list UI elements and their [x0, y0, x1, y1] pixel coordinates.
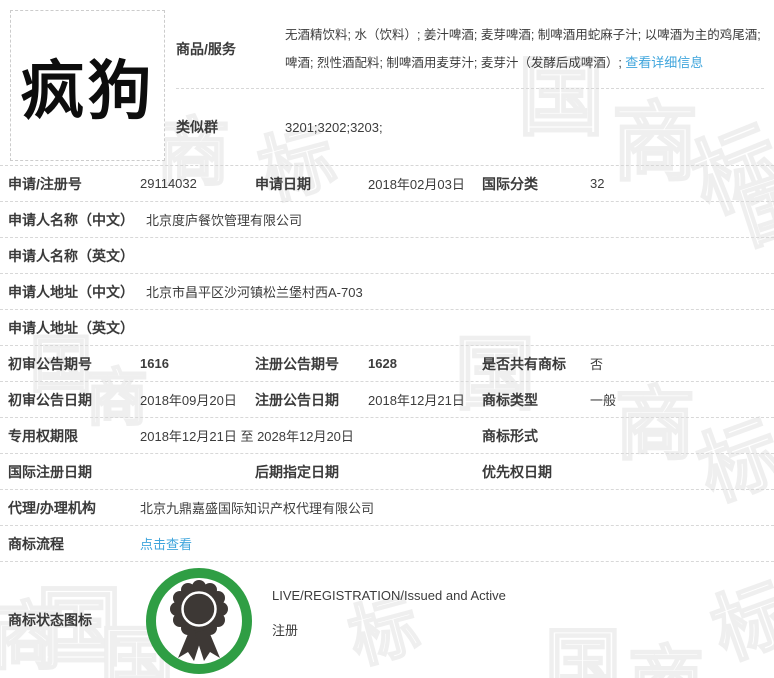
- table-row-applicant-address-en: 申请人地址（英文）: [0, 310, 774, 346]
- app-date-label: 申请日期: [255, 174, 368, 194]
- first-gazette-date-label: 初审公告日期: [8, 390, 140, 410]
- address-cn-value: 北京市昌平区沙河镇松兰堡村西A-703: [146, 282, 774, 301]
- click-to-view-link[interactable]: 点击查看: [140, 534, 192, 553]
- reg-gazette-date-value: 2018年12月21日: [368, 390, 482, 409]
- reg-gazette-date-label: 注册公告日期: [255, 390, 368, 410]
- similar-group-row: 类似群 3201;3202;3203;: [176, 89, 764, 165]
- goods-services-label: 商品/服务: [176, 39, 285, 59]
- first-gazette-date-value: 2018年09月20日: [140, 390, 255, 409]
- agency-value: 北京九鼎嘉盛国际知识产权代理有限公司: [140, 498, 774, 517]
- reg-gazette-no-label: 注册公告期号: [255, 354, 368, 374]
- later-designation-label: 后期指定日期: [255, 462, 368, 482]
- table-row-trademark-process: 商标流程 点击查看: [0, 526, 774, 562]
- similar-group-label: 类似群: [176, 117, 285, 137]
- table-row-gazette-numbers: 初审公告期号 1616 注册公告期号 1628 是否共有商标 否: [0, 346, 774, 382]
- table-row-applicant-name-cn: 申请人名称（中文） 北京度庐餐饮管理有限公司: [0, 202, 774, 238]
- agency-label: 代理/办理机构: [8, 498, 140, 518]
- first-gazette-no-value: 1616: [140, 356, 255, 371]
- table-row-gazette-dates: 初审公告日期 2018年09月20日 注册公告日期 2018年12月21日 商标…: [0, 382, 774, 418]
- status-line-registered: 注册: [272, 620, 506, 639]
- table-row-international-dates: 国际注册日期 后期指定日期 优先权日期: [0, 454, 774, 490]
- trademark-image: 疯狗: [10, 10, 165, 161]
- exclusive-period-label: 专用权期限: [8, 426, 140, 446]
- award-ribbon-badge-icon: [143, 565, 255, 677]
- shared-mark-value: 否: [590, 354, 774, 373]
- first-gazette-no-label: 初审公告期号: [8, 354, 140, 374]
- table-row-applicant-name-en: 申请人名称（英文）: [0, 238, 774, 274]
- table-row-registration-number: 申请/注册号 29114032 申请日期 2018年02月03日 国际分类 32: [0, 166, 774, 202]
- mark-form-label: 商标形式: [482, 426, 590, 446]
- status-label: 商标状态图标: [8, 610, 140, 630]
- reg-gazette-no-value: 1628: [368, 356, 482, 371]
- address-en-label: 申请人地址（英文）: [8, 318, 146, 338]
- table-row-applicant-address-cn: 申请人地址（中文） 北京市昌平区沙河镇松兰堡村西A-703: [0, 274, 774, 310]
- intl-reg-date-label: 国际注册日期: [8, 462, 140, 482]
- shared-mark-label: 是否共有商标: [482, 354, 590, 374]
- address-cn-label: 申请人地址（中文）: [8, 282, 146, 302]
- trademark-summary-section: 疯狗 商品/服务 无酒精饮料; 水（饮料）; 姜汁啤酒; 麦芽啤酒; 制啤酒用蛇…: [0, 0, 774, 166]
- view-details-link[interactable]: 查看详细信息: [625, 55, 703, 70]
- applicant-cn-label: 申请人名称（中文）: [8, 210, 146, 230]
- table-row-agency: 代理/办理机构 北京九鼎嘉盛国际知识产权代理有限公司: [0, 490, 774, 526]
- similar-group-value: 3201;3202;3203;: [285, 120, 383, 135]
- status-line-live: LIVE/REGISTRATION/Issued and Active: [272, 588, 506, 603]
- applicant-cn-value: 北京度庐餐饮管理有限公司: [146, 210, 774, 229]
- applicant-en-label: 申请人名称（英文）: [8, 246, 146, 266]
- app-date-value: 2018年02月03日: [368, 174, 482, 193]
- mark-type-label: 商标类型: [482, 390, 590, 410]
- process-label: 商标流程: [8, 534, 140, 554]
- intl-class-label: 国际分类: [482, 174, 590, 194]
- intl-class-value: 32: [590, 176, 774, 191]
- table-row-exclusive-period: 专用权期限 2018年12月21日 至 2028年12月20日 商标形式: [0, 418, 774, 454]
- trademark-name-text: 疯狗: [21, 40, 155, 132]
- reg-no-value: 29114032: [140, 176, 255, 191]
- goods-services-value: 无酒精饮料; 水（饮料）; 姜汁啤酒; 麦芽啤酒; 制啤酒用蛇麻子汁; 以啤酒为…: [285, 22, 764, 77]
- status-text-block: LIVE/REGISTRATION/Issued and Active 注册: [272, 562, 506, 639]
- reg-no-label: 申请/注册号: [8, 174, 140, 194]
- goods-services-row: 商品/服务 无酒精饮料; 水（饮料）; 姜汁啤酒; 麦芽啤酒; 制啤酒用蛇麻子汁…: [176, 0, 764, 89]
- mark-type-value: 一般: [590, 390, 774, 409]
- table-row-trademark-status: 商标状态图标 LIVE/REGISTRATION/Issued and: [0, 562, 774, 678]
- exclusive-period-value: 2018年12月21日 至 2028年12月20日: [140, 426, 482, 445]
- goods-services-panel: 商品/服务 无酒精饮料; 水（饮料）; 姜汁啤酒; 麦芽啤酒; 制啤酒用蛇麻子汁…: [176, 0, 764, 165]
- priority-date-label: 优先权日期: [482, 462, 590, 482]
- trademark-detail-page: 国 商 标 商 标 国 商 国 商 标 国 国 商 国 标 国 商 标 疯狗 商…: [0, 0, 774, 678]
